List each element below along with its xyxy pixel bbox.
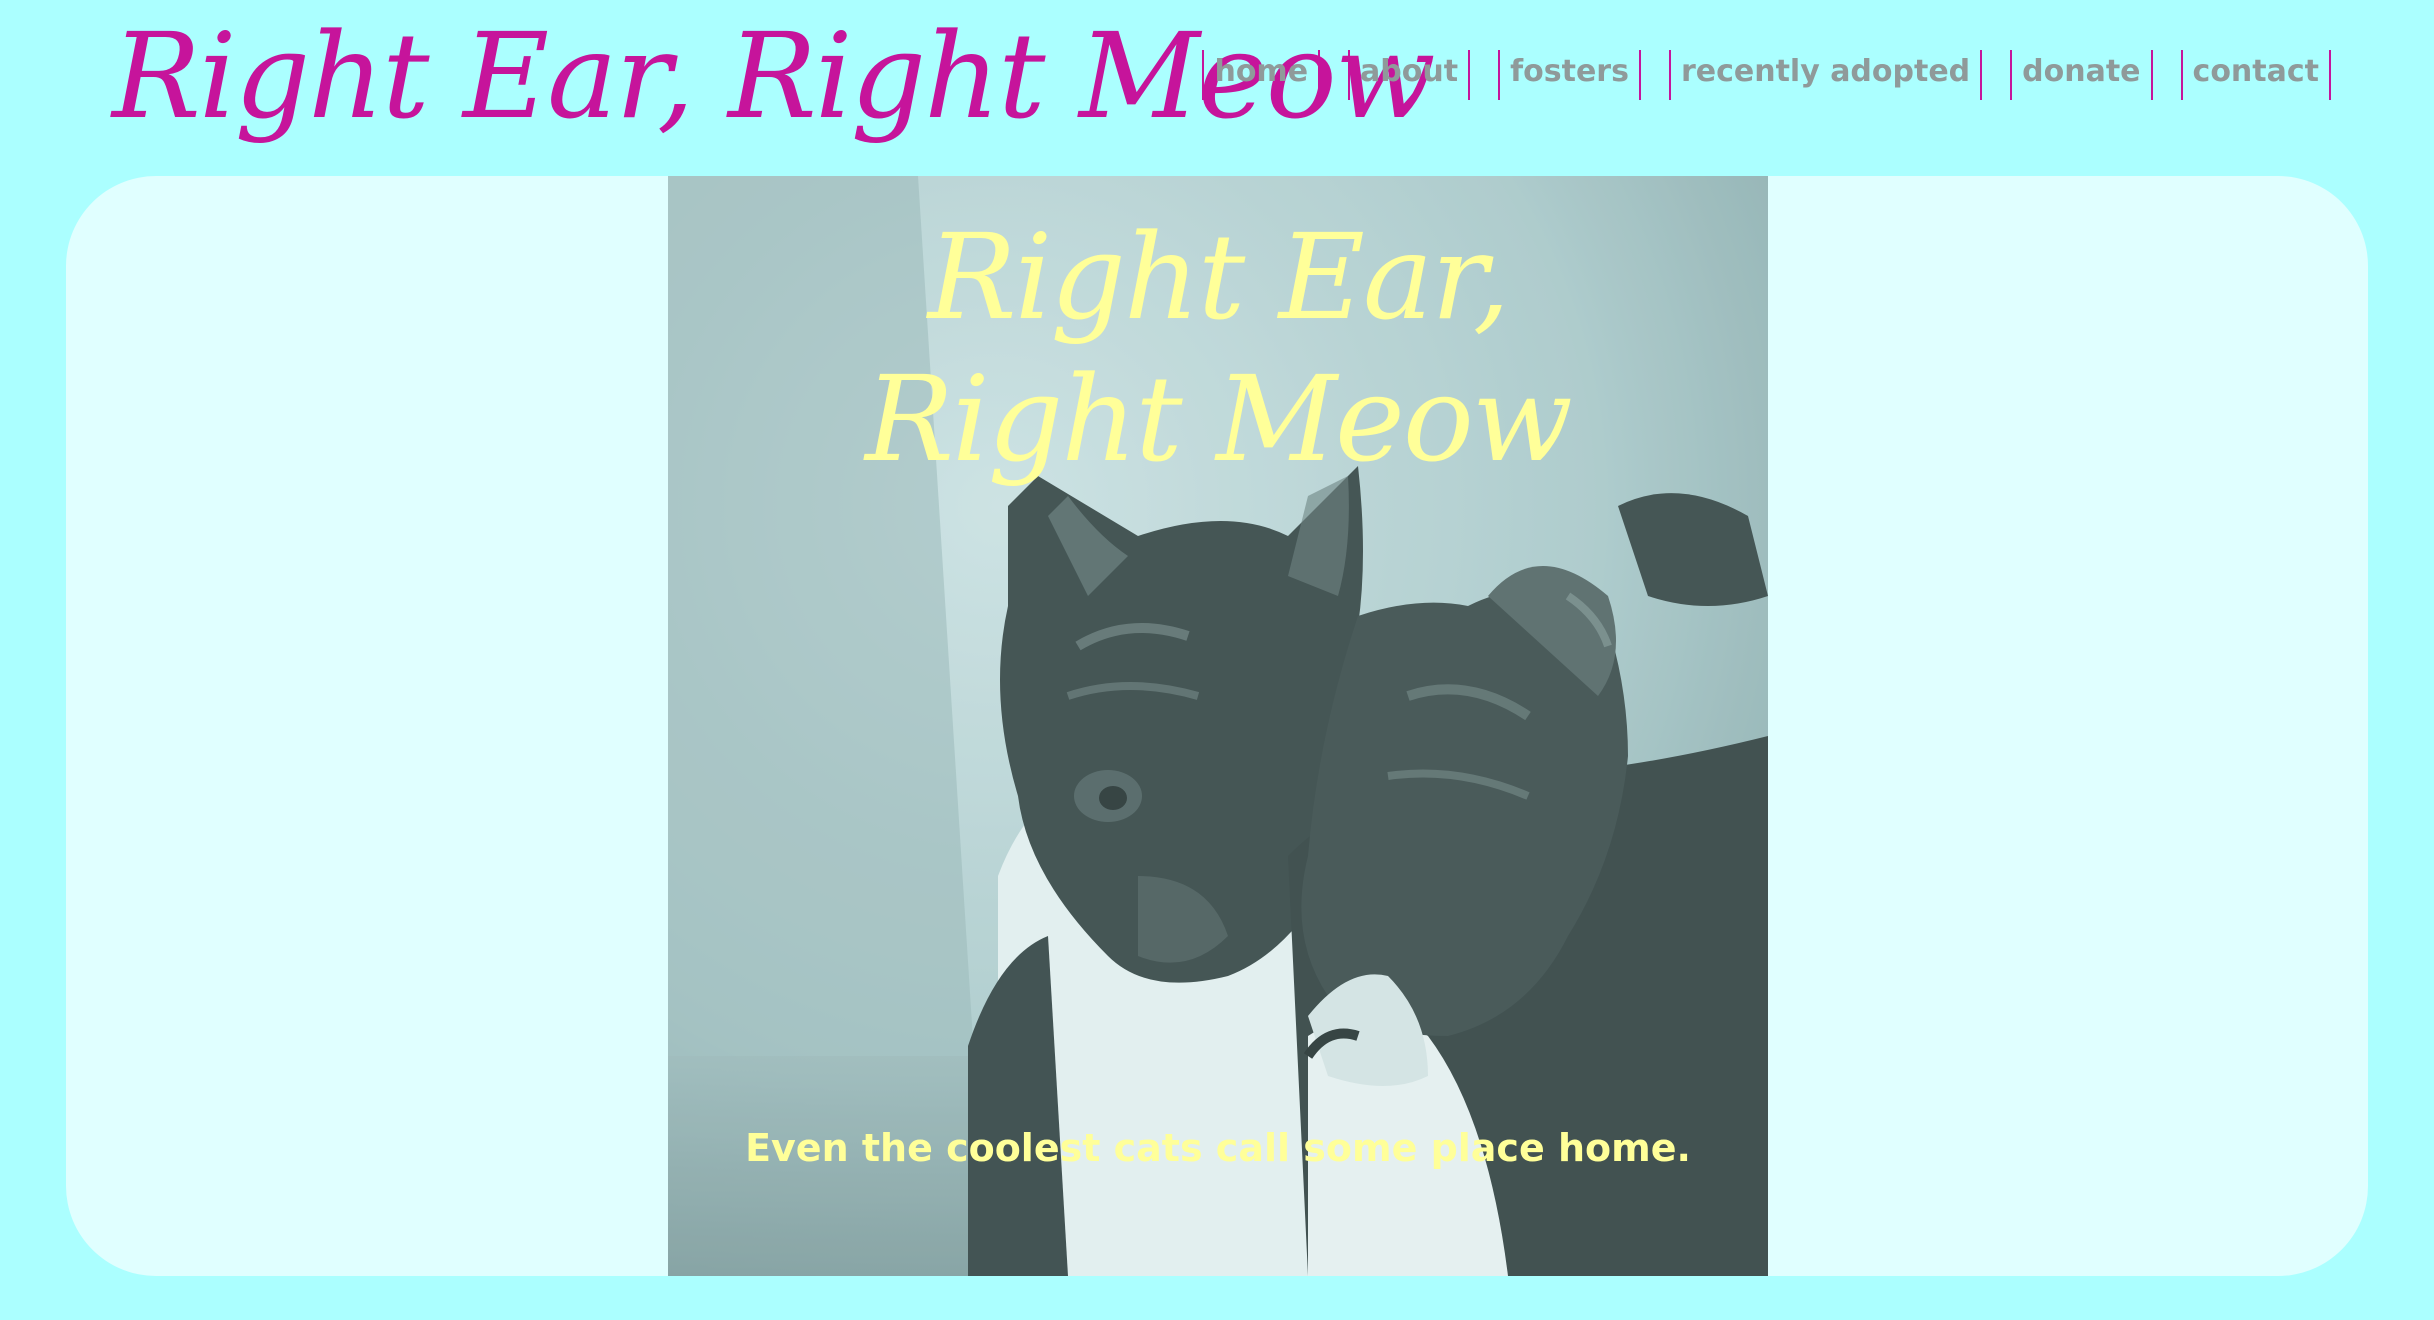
hero-image: Right Ear, Right Meow Even the coolest c…: [668, 176, 1768, 1276]
hero-title: Right Ear, Right Meow: [668, 206, 1768, 490]
hero-title-line-2: Right Meow: [865, 350, 1573, 488]
nav-item-contact[interactable]: contact: [2180, 50, 2331, 100]
nav-item-home[interactable]: home: [1202, 50, 1321, 100]
nav-item-about[interactable]: about: [1348, 50, 1471, 100]
nav-item-donate[interactable]: donate: [2010, 50, 2153, 100]
nav-item-fosters[interactable]: fosters: [1498, 50, 1641, 100]
content-panel: Right Ear, Right Meow Even the coolest c…: [66, 176, 2368, 1276]
page: Right Ear, Right Meow home about fosters…: [0, 0, 2434, 1320]
hero-tagline: Even the coolest cats call some place ho…: [745, 1126, 1691, 1170]
hero-title-line-1: Right Ear,: [927, 208, 1511, 346]
main-nav: home about fosters recently adopted dona…: [1202, 50, 2331, 100]
nav-item-recently-adopted[interactable]: recently adopted: [1668, 50, 1983, 100]
